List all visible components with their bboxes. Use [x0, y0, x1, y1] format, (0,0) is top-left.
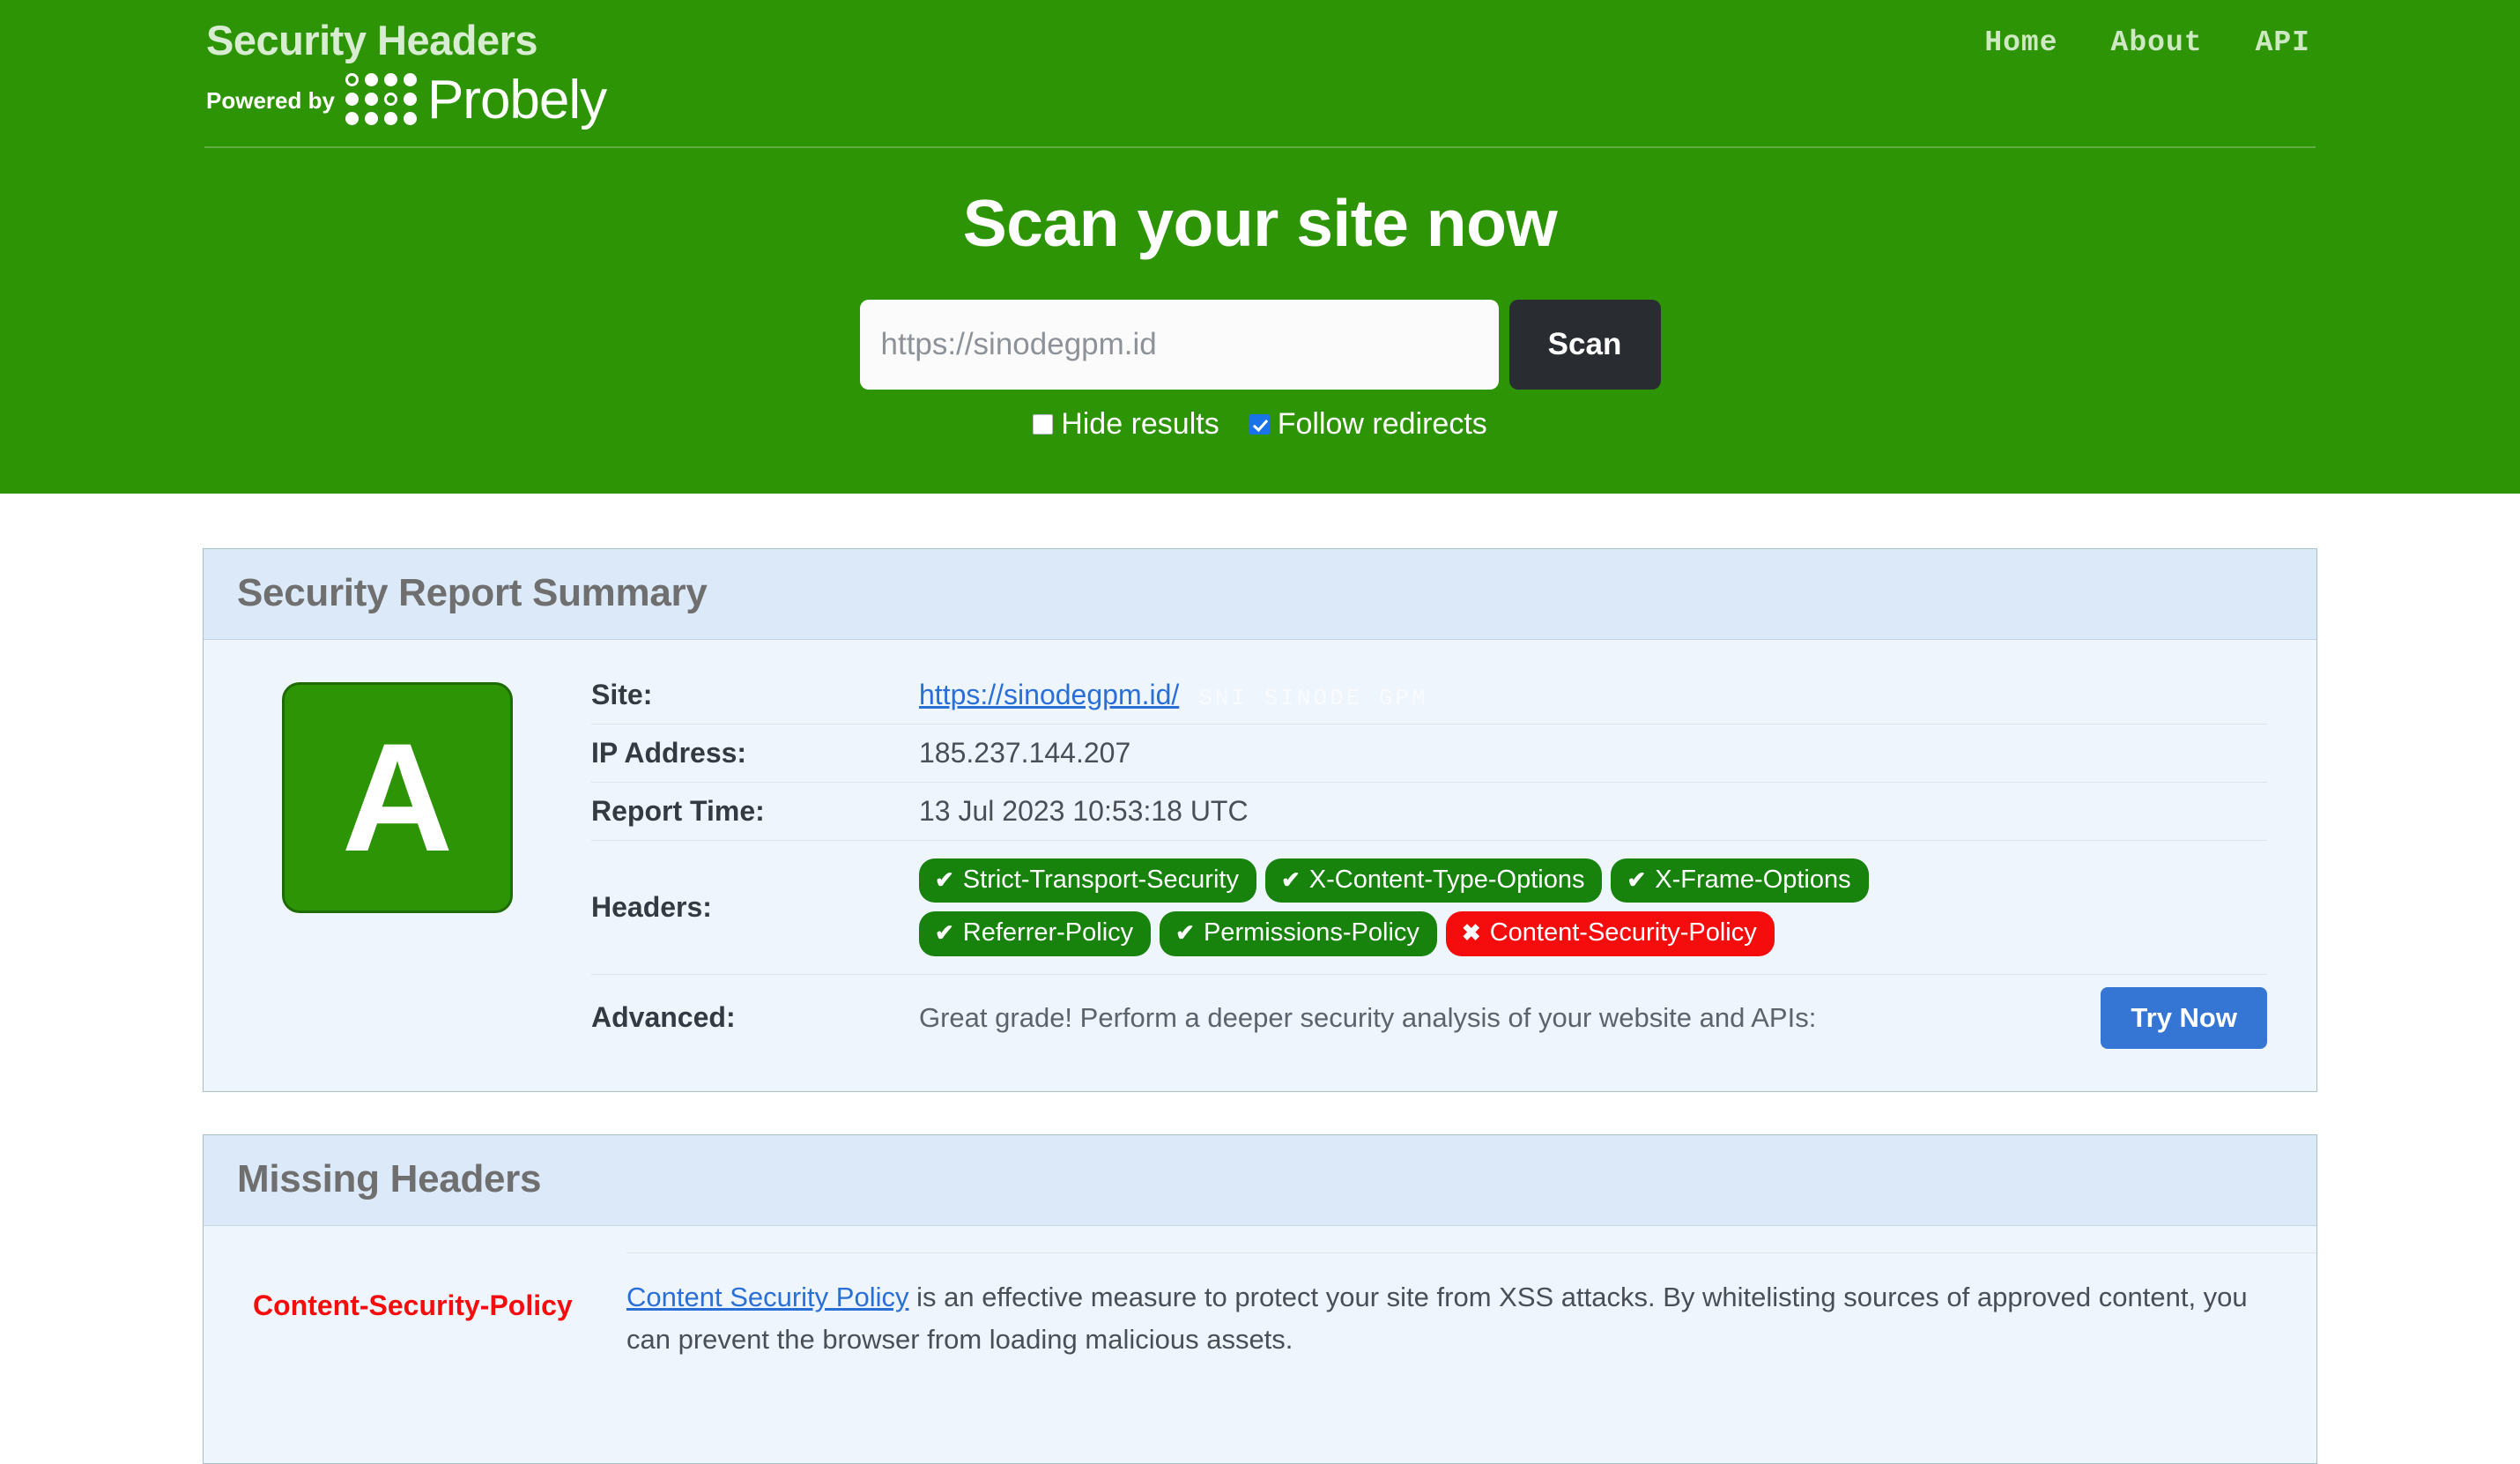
powered-by-label: Powered by	[206, 86, 335, 114]
table-row-headers: Headers: ✔ Strict-Transport-Security ✔ X…	[591, 840, 2267, 975]
summary-table: Site: https://sinodegpm.id/SNI SINODE GP…	[591, 666, 2267, 1061]
probely-wordmark: Probely	[426, 69, 607, 130]
follow-redirects-label: Follow redirects	[1277, 407, 1487, 442]
summary-panel-header: Security Report Summary	[204, 549, 2316, 640]
status-badge-label: Referrer-Policy	[962, 918, 1134, 948]
nav-item-home[interactable]: Home	[1958, 26, 2084, 59]
status-badge-label: Content-Security-Policy	[1489, 918, 1757, 948]
headers-label: Headers:	[591, 840, 919, 975]
probely-logo: Probely	[345, 69, 607, 130]
summary-panel-title: Security Report Summary	[237, 571, 708, 614]
try-now-button[interactable]: Try Now	[2101, 986, 2267, 1049]
brand-title: Security Headers	[206, 17, 538, 63]
report-time-label: Report Time:	[591, 782, 919, 841]
check-icon: ✔	[1280, 866, 1301, 893]
check-icon: ✔	[1175, 919, 1195, 947]
hide-results-label: Hide results	[1061, 407, 1219, 442]
probely-dotgrid-icon	[345, 73, 419, 127]
site-label: Site:	[591, 679, 653, 710]
grade-badge: A	[282, 682, 513, 913]
status-badge-label: Permissions-Policy	[1203, 918, 1419, 948]
scan-form: Scan	[203, 300, 2317, 390]
site-watermark-text: SNI SINODE GPM	[1198, 685, 1428, 711]
brand-block[interactable]: Security Headers Powered by Probely	[204, 7, 607, 130]
hide-results-checkbox[interactable]	[1033, 413, 1054, 435]
main-navigation: Home About API	[1958, 7, 2316, 59]
missing-header-name: Content-Security-Policy	[253, 1289, 573, 1321]
security-report-summary-panel: Security Report Summary A Site: https://…	[203, 548, 2317, 1092]
check-icon: ✔	[935, 866, 954, 893]
nav-item-about[interactable]: About	[2085, 26, 2229, 59]
status-badge[interactable]: ✔ Strict-Transport-Security	[919, 858, 1256, 903]
report-content: Security Report Summary A Site: https://…	[203, 494, 2317, 1464]
page-title: Scan your site now	[962, 186, 1558, 260]
check-icon: ✔	[935, 919, 954, 947]
summary-info-column: Site: https://sinodegpm.id/SNI SINODE GP…	[591, 666, 2316, 1061]
check-icon: ✔	[1627, 866, 1647, 893]
status-badge[interactable]: ✖ Content-Security-Policy	[1445, 911, 1775, 956]
status-badge-label: X-Frame-Options	[1655, 866, 1851, 894]
status-badge[interactable]: ✔ X-Content-Type-Options	[1264, 858, 1603, 903]
table-row-site: Site: https://sinodegpm.id/SNI SINODE GP…	[591, 666, 2267, 725]
site-link[interactable]: https://sinodegpm.id/	[919, 679, 1179, 710]
status-badge-label: Strict-Transport-Security	[962, 866, 1239, 894]
status-badge[interactable]: ✔ Referrer-Policy	[919, 911, 1152, 956]
missing-panel-body: Content-Security-Policy Content Security…	[204, 1226, 2316, 1463]
url-input[interactable]	[859, 300, 1499, 390]
list-item: Content-Security-Policy Content Security…	[204, 1252, 2316, 1398]
nav-item-api[interactable]: API	[2229, 26, 2316, 59]
scan-button[interactable]: Scan	[1508, 300, 1661, 390]
powered-by-lockup: Powered by Probely	[206, 69, 607, 130]
status-badge-label: X-Content-Type-Options	[1308, 866, 1585, 894]
header-topbar: Security Headers Powered by Probely Home	[204, 0, 2316, 148]
grade-column: A	[204, 666, 591, 913]
site-header: Security Headers Powered by Probely Home	[0, 0, 2520, 494]
summary-panel-body: A Site: https://sinodegpm.id/SNI SINODE …	[204, 640, 2316, 1091]
hide-results-option[interactable]: Hide results	[1033, 409, 1219, 439]
missing-panel-header: Missing Headers	[204, 1134, 2316, 1226]
advanced-description: Great grade! Perform a deeper security a…	[919, 1001, 1817, 1033]
headers-value-cell: ✔ Strict-Transport-Security ✔ X-Content-…	[919, 840, 2267, 975]
missing-header-description: Content Security Policy is an effective …	[626, 1252, 2316, 1391]
header-badge-list: ✔ Strict-Transport-Security ✔ X-Content-…	[919, 853, 2047, 962]
missing-headers-panel: Missing Headers Content-Security-Policy …	[203, 1133, 2317, 1464]
follow-redirects-checkbox[interactable]	[1249, 413, 1270, 435]
table-row-report-time: Report Time: 13 Jul 2023 10:53:18 UTC	[591, 782, 2267, 841]
report-time-value: 13 Jul 2023 10:53:18 UTC	[919, 782, 2267, 841]
cross-icon: ✖	[1461, 919, 1481, 947]
missing-panel-title: Missing Headers	[237, 1156, 542, 1200]
status-badge[interactable]: ✔ X-Frame-Options	[1611, 858, 1869, 903]
follow-redirects-option[interactable]: Follow redirects	[1249, 409, 1487, 439]
advanced-value-cell: Great grade! Perform a deeper security a…	[919, 973, 2267, 1061]
advanced-label: Advanced:	[591, 973, 919, 1061]
table-row-ip: IP Address: 185.237.144.207	[591, 724, 2267, 783]
ip-address-value: 185.237.144.207	[919, 724, 2267, 783]
csp-doc-link[interactable]: Content Security Policy	[626, 1282, 908, 1312]
ip-address-label: IP Address:	[591, 724, 919, 783]
status-badge[interactable]: ✔ Permissions-Policy	[1160, 911, 1437, 956]
table-row-advanced: Advanced: Great grade! Perform a deeper …	[591, 973, 2267, 1061]
scan-options: Hide results Follow redirects	[203, 409, 2317, 439]
site-value-cell: https://sinodegpm.id/SNI SINODE GPM	[919, 666, 2267, 725]
